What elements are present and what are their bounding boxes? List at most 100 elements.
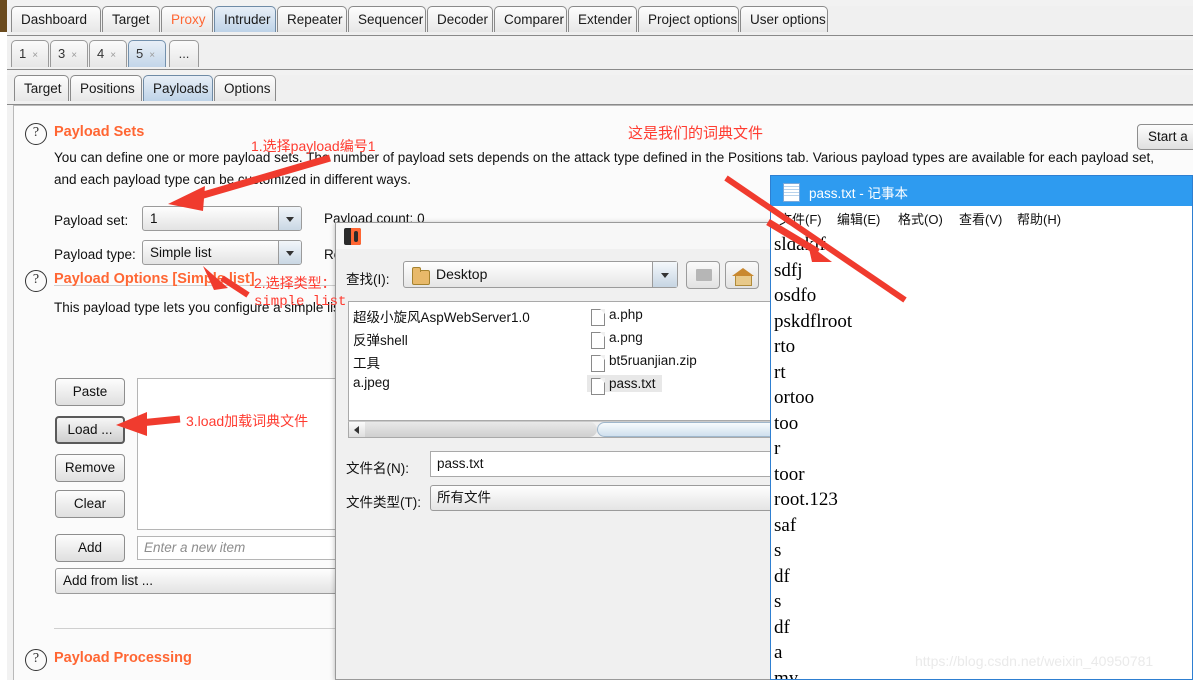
- burp-logo-icon: [344, 228, 361, 245]
- payload-processing-help-icon[interactable]: ?: [25, 649, 47, 671]
- payload-options-title: Payload Options [Simple list]: [54, 271, 255, 287]
- file-name-input[interactable]: pass.txt: [430, 451, 774, 477]
- file-list-horizontal-scrollbar[interactable]: [348, 421, 774, 438]
- close-icon[interactable]: ×: [149, 50, 155, 61]
- menu-format[interactable]: 格式(O): [898, 209, 943, 228]
- document-icon: [591, 309, 605, 326]
- home-button[interactable]: [725, 261, 759, 289]
- payload-options-help-icon[interactable]: ?: [25, 270, 47, 292]
- add-button[interactable]: Add: [55, 534, 125, 562]
- file-dialog-titlebar[interactable]: [336, 223, 774, 249]
- file-list-item[interactable]: a.png: [587, 329, 649, 349]
- tab-proxy[interactable]: Proxy: [161, 6, 213, 32]
- tab-label: Dashboard: [21, 12, 88, 27]
- notepad-icon: [783, 183, 800, 202]
- annotation-step-3: 3.load加载词典文件: [186, 413, 309, 429]
- tab-decoder[interactable]: Decoder: [427, 6, 493, 32]
- file-type-select[interactable]: 所有文件: [430, 485, 774, 511]
- tab-intruder-options[interactable]: Options: [214, 75, 276, 101]
- file-name-label: pass.txt: [609, 376, 656, 391]
- attack-tab-more[interactable]: ...: [169, 40, 199, 67]
- payload-type-value: Simple list: [150, 245, 212, 260]
- attack-tab-underline: [7, 69, 1193, 70]
- file-list-item[interactable]: a.php: [587, 306, 649, 326]
- file-list-item[interactable]: 工具: [353, 352, 380, 372]
- intruder-tab-row: Target Positions Payloads Options: [7, 75, 1193, 105]
- scrollbar-track: [365, 422, 597, 437]
- close-icon[interactable]: ×: [32, 50, 38, 61]
- notepad-menubar: 文件(F) 编辑(E) 格式(O) 查看(V) 帮助(H): [771, 206, 1192, 230]
- file-list-item[interactable]: 超级小旋风AspWebServer1.0: [353, 306, 530, 326]
- paste-button[interactable]: Paste: [55, 378, 125, 406]
- tab-intruder-target[interactable]: Target: [14, 75, 69, 101]
- attack-tab-3[interactable]: 3 ×: [50, 40, 88, 67]
- new-item-placeholder: Enter a new item: [144, 540, 246, 555]
- chevron-down-icon[interactable]: [652, 262, 677, 287]
- file-list-item[interactable]: bt5ruanjian.zip: [587, 352, 703, 372]
- tab-dashboard[interactable]: Dashboard: [11, 6, 101, 32]
- chevron-down-icon[interactable]: [278, 241, 301, 264]
- notepad-line: sldakjf: [774, 234, 826, 255]
- help-glyph: ?: [32, 651, 40, 666]
- notepad-titlebar[interactable]: pass.txt - 记事本: [771, 176, 1192, 206]
- file-list-item[interactable]: 反弹shell: [353, 329, 408, 349]
- load-button[interactable]: Load ...: [55, 416, 125, 444]
- payload-sets-help-icon[interactable]: ?: [25, 123, 47, 145]
- chevron-down-icon[interactable]: [278, 207, 301, 230]
- close-icon[interactable]: ×: [71, 50, 77, 61]
- file-chooser-dialog: 查找(I): Desktop 超级小旋风AspWebServer1.0 反弹sh…: [335, 222, 775, 680]
- scrollbar-thumb[interactable]: [597, 422, 774, 437]
- attack-tab-label: 3: [58, 46, 66, 61]
- notepad-line: root.123: [774, 489, 838, 510]
- button-label: Paste: [72, 384, 108, 399]
- up-folder-button[interactable]: [686, 261, 720, 289]
- clear-button[interactable]: Clear: [55, 490, 125, 518]
- notepad-line: too: [774, 412, 799, 434]
- tab-comparer[interactable]: Comparer: [494, 6, 567, 32]
- tab-intruder[interactable]: Intruder: [214, 6, 276, 32]
- menu-edit[interactable]: 编辑(E): [837, 209, 880, 228]
- file-name-label: a.php: [609, 307, 643, 322]
- tab-label: Extender: [578, 12, 633, 27]
- tab-label: Comparer: [504, 12, 565, 27]
- home-icon: [735, 275, 752, 286]
- tab-intruder-positions[interactable]: Positions: [70, 75, 142, 101]
- file-list[interactable]: 超级小旋风AspWebServer1.0 反弹shell 工具 a.jpeg a…: [348, 301, 774, 421]
- intruder-tab-strip: Target Positions Payloads Options: [7, 75, 1193, 105]
- tab-extender[interactable]: Extender: [568, 6, 637, 32]
- scroll-left-button[interactable]: [349, 422, 366, 437]
- payload-processing-title: Payload Processing: [54, 650, 192, 666]
- file-list-item[interactable]: a.jpeg: [353, 375, 390, 390]
- burp-suite-window: Dashboard Target Proxy Intruder Repeater…: [0, 0, 1193, 680]
- button-label: Add: [77, 540, 103, 555]
- tab-user-options[interactable]: User options: [740, 6, 828, 32]
- file-list-item-selected[interactable]: pass.txt: [587, 375, 662, 395]
- menu-view[interactable]: 查看(V): [959, 209, 1002, 228]
- remove-button[interactable]: Remove: [55, 454, 125, 482]
- tab-project-options[interactable]: Project options: [638, 6, 739, 32]
- payload-type-select[interactable]: Simple list: [142, 240, 302, 265]
- attack-tab-1[interactable]: 1 ×: [11, 40, 49, 67]
- menu-help[interactable]: 帮助(H): [1017, 209, 1061, 228]
- attack-tab-5[interactable]: 5 ×: [128, 40, 166, 67]
- tab-repeater[interactable]: Repeater: [277, 6, 347, 32]
- start-attack-button[interactable]: Start a: [1137, 124, 1193, 150]
- look-in-select[interactable]: Desktop: [403, 261, 678, 288]
- tab-label: Proxy: [171, 12, 206, 27]
- notepad-line: rt: [774, 361, 786, 383]
- tab-label: User options: [750, 12, 826, 27]
- help-glyph: ?: [32, 272, 40, 287]
- notepad-line: r: [774, 438, 781, 459]
- menu-file[interactable]: 文件(F): [779, 209, 822, 228]
- attack-tab-row: 1 × 3 × 4 × 5 × ...: [7, 40, 1193, 70]
- tab-sequencer[interactable]: Sequencer: [348, 6, 426, 32]
- attack-tab-4[interactable]: 4 ×: [89, 40, 127, 67]
- home-roof-icon: [732, 268, 754, 276]
- notepad-text-area[interactable]: sldakjf sdfj osdfo pskdflroot rto rt ort…: [774, 232, 1190, 679]
- tab-target[interactable]: Target: [102, 6, 160, 32]
- tab-intruder-payloads[interactable]: Payloads: [143, 75, 213, 101]
- tab-label: Options: [224, 81, 271, 96]
- close-icon[interactable]: ×: [110, 50, 116, 61]
- payload-set-select[interactable]: 1: [142, 206, 302, 231]
- file-name-label: bt5ruanjian.zip: [609, 353, 697, 368]
